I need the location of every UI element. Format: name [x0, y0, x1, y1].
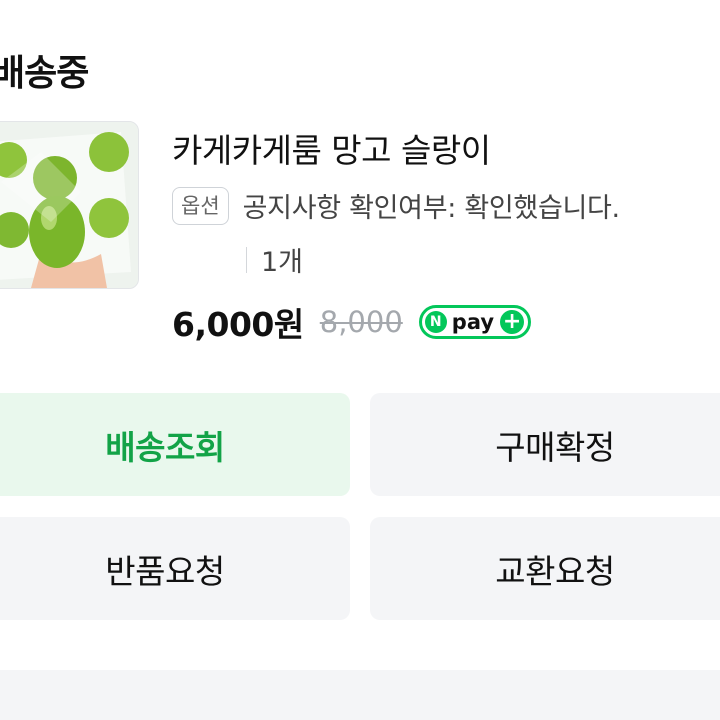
- quantity: 1개: [261, 247, 304, 278]
- option-row: 옵션 공지사항 확인여부: 확인했습니다.: [172, 186, 620, 225]
- npay-label: pay: [451, 310, 495, 334]
- request-exchange-button[interactable]: 교환요청: [370, 517, 720, 620]
- option-text: 공지사항 확인여부: 확인했습니다.: [242, 193, 621, 224]
- request-return-button[interactable]: 반품요청: [0, 517, 350, 620]
- npay-n-icon: N: [424, 311, 447, 333]
- plus-icon: +: [500, 310, 525, 334]
- npay-plus-badge: N pay +: [418, 305, 532, 339]
- quantity-divider: [246, 246, 247, 273]
- sale-price: 6,000원: [172, 305, 304, 344]
- quantity-row: 1개: [246, 240, 303, 279]
- option-badge: 옵션: [172, 186, 229, 225]
- confirm-purchase-button[interactable]: 구매확정: [370, 393, 720, 496]
- product-title[interactable]: 카게카게룸 망고 슬랑이: [172, 124, 491, 172]
- order-status: 배송중: [0, 53, 89, 94]
- original-price: 8,000: [319, 305, 403, 339]
- next-section-bar: [0, 670, 720, 720]
- track-delivery-button[interactable]: 배송조회: [0, 393, 350, 496]
- price-row: 6,000원 8,000 N pay +: [172, 298, 532, 346]
- product-thumbnail[interactable]: [0, 121, 139, 289]
